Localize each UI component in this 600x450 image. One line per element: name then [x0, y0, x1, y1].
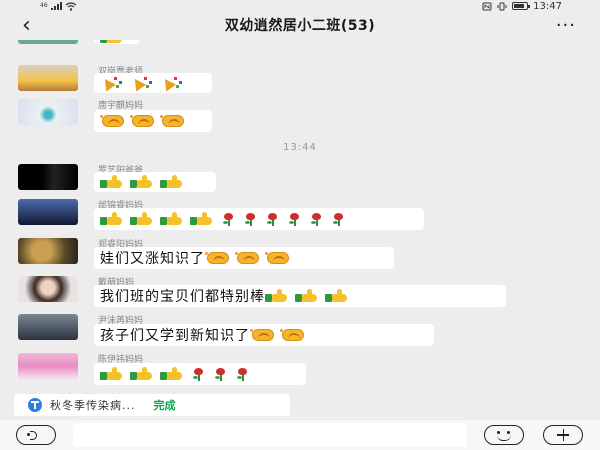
- avatar[interactable]: [18, 238, 78, 264]
- thumbs-up-icon: [100, 175, 124, 188]
- chat-header: ‹ 双幼逍然居小二班(53) ···: [0, 12, 600, 40]
- message-bubble[interactable]: [94, 208, 424, 230]
- thumbs-up-icon: [325, 289, 349, 302]
- avatar[interactable]: [18, 314, 78, 340]
- rose-icon: [286, 213, 302, 226]
- thumbs-up-icon: [130, 212, 154, 225]
- rose-icon: [308, 213, 324, 226]
- avatar[interactable]: [18, 353, 78, 379]
- battery-icon: [512, 2, 531, 10]
- thumbs-up-icon: [265, 289, 289, 302]
- voice-icon[interactable]: [16, 425, 56, 445]
- fist-bump-icon: [265, 252, 289, 264]
- avatar[interactable]: [18, 99, 78, 125]
- emoji-icon[interactable]: [484, 425, 524, 445]
- party-popper-icon: [159, 75, 184, 92]
- thumbs-up-icon: [100, 212, 124, 225]
- file-transfer-notice[interactable]: 秋冬季传染病... 完成: [14, 394, 290, 416]
- thumbs-up-icon: [130, 175, 154, 188]
- wifi-icon: [65, 1, 77, 11]
- status-bar: 46 13:47: [0, 0, 600, 12]
- notice-status: 完成: [153, 399, 176, 412]
- thumbs-up-icon: [100, 40, 124, 43]
- message-bubble[interactable]: [94, 110, 212, 132]
- message-bubble[interactable]: [94, 172, 216, 192]
- message-input[interactable]: [73, 423, 467, 447]
- rose-icon: [220, 213, 236, 226]
- nfc-icon: [482, 2, 492, 10]
- rose-icon: [190, 368, 206, 381]
- avatar[interactable]: [18, 65, 78, 91]
- rose-icon: [264, 213, 280, 226]
- thumbs-up-icon: [100, 367, 124, 380]
- chat-area[interactable]: 13:44 双岗贾老师 唐宇麒妈妈 罗艺阳爸爸 邰锦睿妈妈 郑睿阳妈妈 娃们又涨知识了 戴萌…: [0, 40, 600, 392]
- rose-icon: [212, 368, 228, 381]
- message-text: 娃们又涨知识了: [100, 251, 205, 267]
- notice-text: 秋冬季传染病...: [50, 399, 136, 412]
- vibrate-icon: [497, 2, 507, 10]
- message-text: 孩子们又学到新知识了: [100, 328, 250, 344]
- thumbs-up-icon: [160, 212, 184, 225]
- network-type-label: 46: [40, 2, 48, 9]
- fist-bump-icon: [235, 252, 259, 264]
- rose-icon: [242, 213, 258, 226]
- fist-bump-icon: [130, 115, 154, 127]
- avatar[interactable]: [18, 199, 78, 225]
- party-popper-icon: [99, 75, 124, 92]
- plus-icon[interactable]: [543, 425, 583, 445]
- message-bubble[interactable]: 我们班的宝贝们都特别棒: [94, 285, 506, 307]
- message-timestamp: 13:44: [283, 142, 317, 153]
- fist-bump-icon: [250, 329, 274, 341]
- chat-title: 双幼逍然居小二班(53): [224, 18, 376, 34]
- fist-bump-icon: [205, 252, 229, 264]
- message-bubble[interactable]: [94, 363, 306, 385]
- avatar[interactable]: [18, 164, 78, 190]
- input-bar: [0, 420, 600, 450]
- status-right: 13:47: [482, 0, 562, 12]
- status-time: 13:47: [533, 0, 562, 12]
- avatar[interactable]: [18, 40, 78, 44]
- thumbs-up-icon: [190, 212, 214, 225]
- fist-bump-icon: [100, 115, 124, 127]
- fist-bump-icon: [160, 115, 184, 127]
- file-transfer-icon: [28, 398, 42, 412]
- message-bubble[interactable]: [94, 40, 140, 44]
- signal-icon: [50, 2, 62, 10]
- message-text: 我们班的宝贝们都特别棒: [100, 289, 265, 305]
- rose-icon: [234, 368, 250, 381]
- message-bubble[interactable]: 孩子们又学到新知识了: [94, 324, 434, 346]
- thumbs-up-icon: [130, 367, 154, 380]
- thumbs-up-icon: [160, 367, 184, 380]
- more-icon[interactable]: ···: [556, 12, 576, 40]
- message-bubble[interactable]: 娃们又涨知识了: [94, 247, 394, 269]
- rose-icon: [330, 213, 346, 226]
- party-popper-icon: [129, 75, 154, 92]
- battery-level: [514, 4, 525, 8]
- fist-bump-icon: [280, 329, 304, 341]
- thumbs-up-icon: [295, 289, 319, 302]
- status-left: 46: [40, 0, 77, 12]
- thumbs-up-icon: [160, 175, 184, 188]
- message-bubble[interactable]: [94, 73, 212, 93]
- avatar[interactable]: [18, 276, 78, 302]
